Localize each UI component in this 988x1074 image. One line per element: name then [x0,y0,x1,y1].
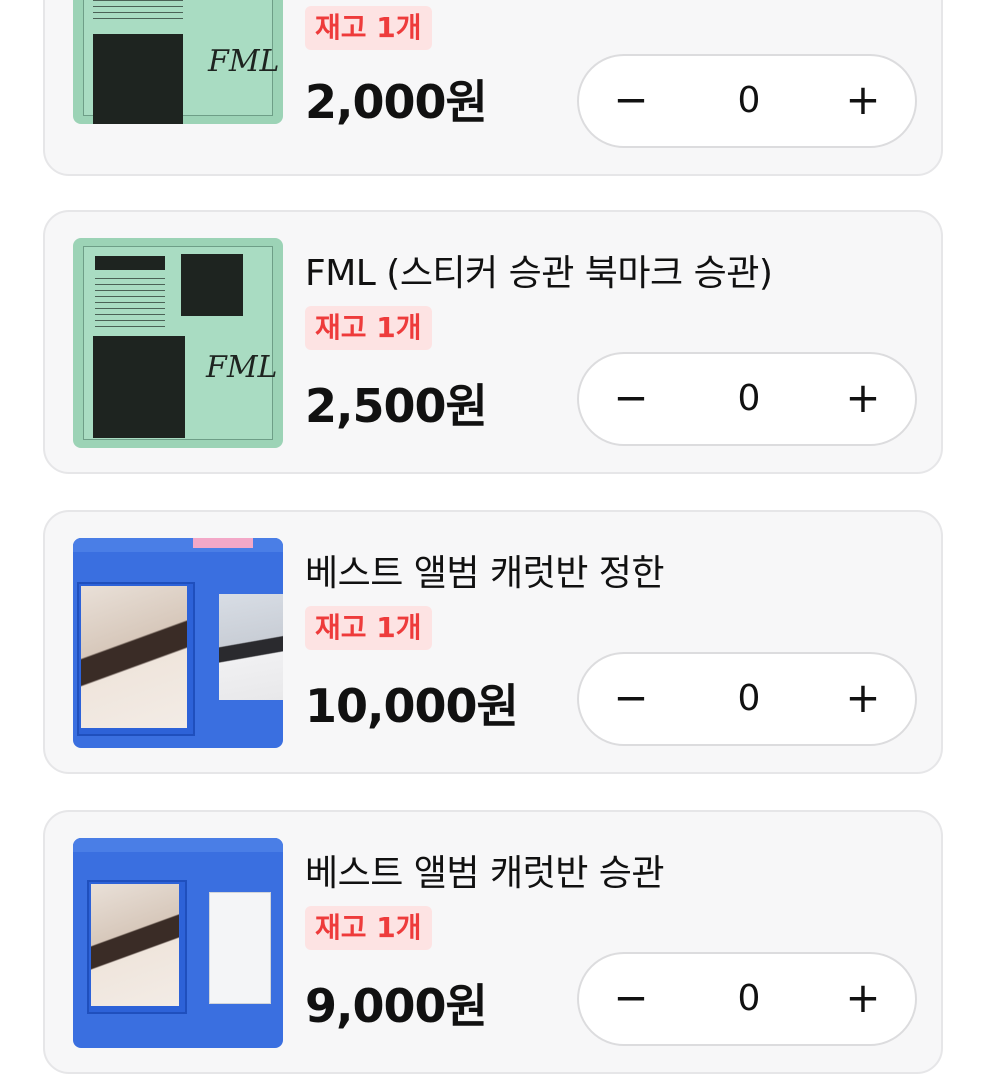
product-title[interactable]: 베스트 앨범 캐럿반 정한 [305,544,665,596]
stock-badge: 재고 1개 [305,306,432,350]
product-card: 베스트 앨범 캐럿반 정한 재고 1개 10,000원 − 0 + [43,510,943,774]
album-photo-small [181,254,243,316]
quantity-stepper: − 0 + [577,952,917,1046]
plus-icon[interactable]: + [813,954,913,1044]
product-card: 베스트 앨범 캐럿반 승관 재고 1개 9,000원 − 0 + [43,810,943,1074]
photocard-small [219,594,283,700]
photocard [81,586,187,728]
minus-icon[interactable]: − [581,56,681,146]
quantity-value: 0 [737,378,761,419]
product-title[interactable]: FML (스티커 승관 북마크 승관) [305,244,773,296]
plus-icon[interactable]: + [813,354,913,444]
album-photo [93,336,185,438]
stock-badge: 재고 1개 [305,606,432,650]
minus-icon[interactable]: − [581,954,681,1044]
product-price: 10,000원 [305,679,519,733]
quantity-stepper: − 0 + [577,652,917,746]
product-price: 9,000원 [305,979,488,1033]
album-text-block [95,278,165,328]
quantity-value: 0 [737,978,761,1019]
album-label [95,256,165,270]
quantity-value: 0 [737,80,761,121]
quantity-stepper: − 0 + [577,352,917,446]
stock-badge: 재고 1개 [305,906,432,950]
product-card: FML 재고 1개 2,000원 − 0 + [43,0,943,176]
plus-icon[interactable]: + [813,654,913,744]
product-image[interactable]: FML [73,0,283,124]
album-text-block [93,0,183,24]
album-pink-accent [193,538,253,548]
plus-icon[interactable]: + [813,56,913,146]
product-list: FML 재고 1개 2,000원 − 0 + FML FML (스티커 승관 북… [0,0,988,1074]
product-image[interactable]: FML [73,238,283,448]
album-fml-text: FML [206,350,278,385]
album-top-edge [73,838,283,852]
album-photo [93,34,183,124]
album-fml-text: FML [208,44,280,79]
product-price: 2,500원 [305,379,488,433]
stock-badge: 재고 1개 [305,6,432,50]
product-card: FML FML (스티커 승관 북마크 승관) 재고 1개 2,500원 − 0… [43,210,943,474]
minus-icon[interactable]: − [581,354,681,444]
product-title[interactable]: 베스트 앨범 캐럿반 승관 [305,844,665,896]
quantity-value: 0 [737,678,761,719]
quantity-stepper: − 0 + [577,54,917,148]
photocard-small [209,892,271,1004]
minus-icon[interactable]: − [581,654,681,744]
product-image[interactable] [73,538,283,748]
product-price: 2,000원 [305,75,488,129]
product-image[interactable] [73,838,283,1048]
